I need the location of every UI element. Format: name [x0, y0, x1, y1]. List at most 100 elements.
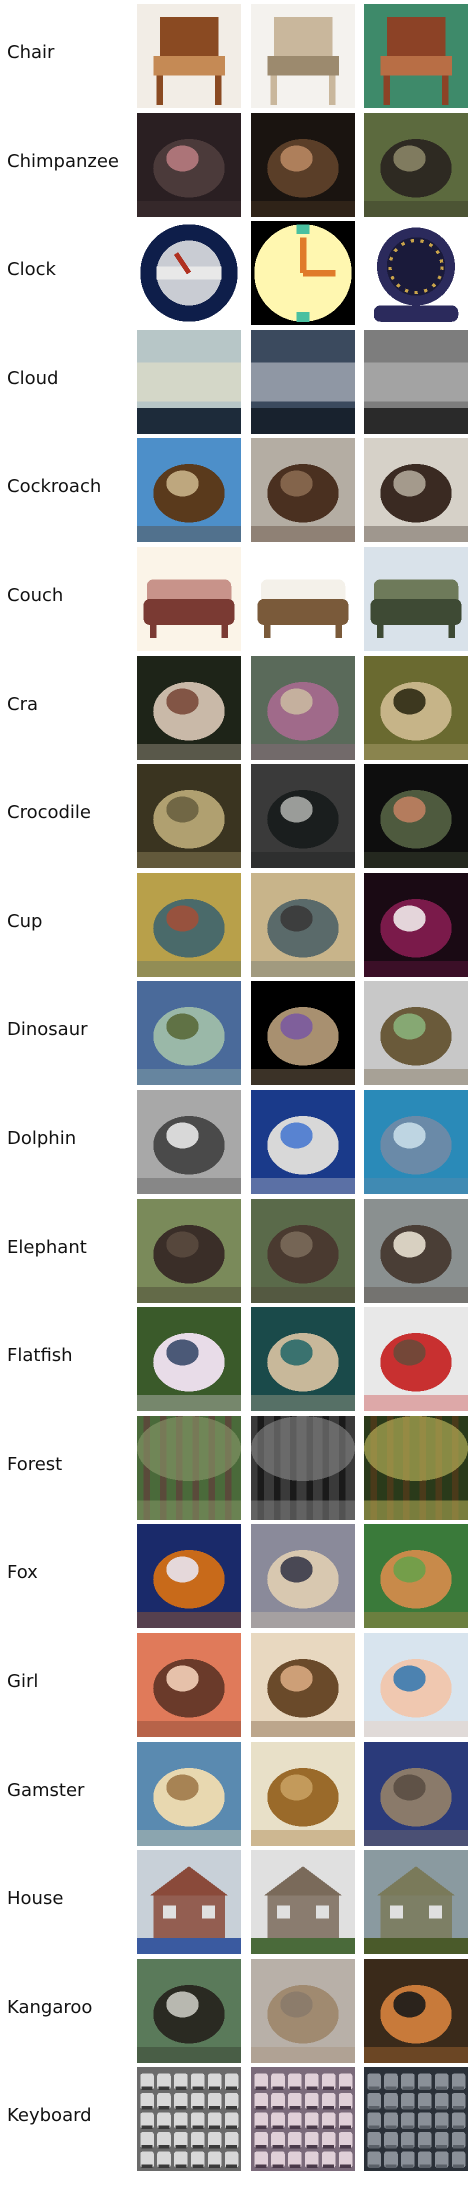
elephant-tusk-thumbnail: [364, 1198, 468, 1303]
category-label: Forest: [7, 1453, 63, 1475]
flatfish-sand-icon: [251, 1307, 355, 1412]
category-row: Chimpanzee: [0, 109, 474, 218]
category-label: Clock: [7, 259, 56, 281]
street-houses-thumbnail: [251, 1850, 355, 1955]
keyboard-keys-icon: [364, 2067, 468, 2172]
raptor-thumbnail: [251, 981, 355, 1086]
goblet-icon: [251, 872, 355, 977]
sky-horizon-icon: [251, 329, 355, 434]
category-row: Couch: [0, 543, 474, 652]
category-row: Fox: [0, 1520, 474, 1629]
sky-horizon-thumbnail: [251, 329, 355, 434]
woods-icon: [137, 1415, 241, 1520]
woods-thumbnail: [137, 1415, 241, 1520]
chimp-face-thumbnail: [137, 112, 241, 217]
padded-armchair-icon: [251, 4, 355, 108]
cartoon-clock-icon: [251, 221, 355, 326]
elephant-front-icon: [251, 1198, 355, 1303]
hamster-head-thumbnail: [364, 1741, 468, 1846]
girl-face-close-icon: [364, 1633, 468, 1737]
girl-smiling-icon: [137, 1633, 241, 1737]
keyboard-thumbnail: [137, 2067, 241, 2172]
croc-jaw-thumbnail: [251, 764, 355, 869]
camo-sofa-icon: [364, 547, 468, 651]
padded-armchair-thumbnail: [251, 4, 355, 108]
category-label: Elephant: [7, 1236, 87, 1258]
cartoon-clock-thumbnail: [251, 221, 355, 326]
chimp-face-icon: [137, 112, 241, 217]
raptor-icon: [251, 981, 355, 1086]
keyboard-angled-icon: [251, 2067, 355, 2172]
wine-glass-icon: [364, 872, 468, 977]
small-sofa-thumbnail: [137, 547, 241, 651]
category-row: Dinosaur: [0, 977, 474, 1086]
croc-jaw-icon: [251, 764, 355, 869]
category-row: Cloud: [0, 326, 474, 435]
cockroach-icon: [251, 438, 355, 543]
stone-house-icon: [364, 1850, 468, 1955]
kangaroo-sitting-thumbnail: [251, 1958, 355, 2063]
camo-sofa-thumbnail: [364, 547, 468, 651]
cockroach-on-wall-thumbnail: [137, 438, 241, 543]
category-row: Flatfish: [0, 1303, 474, 1412]
elephant-side-icon: [137, 1198, 241, 1303]
category-label: Kangaroo: [7, 1996, 93, 2018]
category-label: Cra: [7, 693, 38, 715]
category-label: Flatfish: [7, 1345, 73, 1367]
woods-thumbnail: [251, 1415, 355, 1520]
white-sofa-thumbnail: [251, 547, 355, 651]
chimp-face-close-icon: [251, 112, 355, 217]
flatfish-sand-thumbnail: [251, 1307, 355, 1412]
chimp-face-close-thumbnail: [251, 112, 355, 217]
kangaroo-joey-thumbnail: [137, 1958, 241, 2063]
category-label: Chimpanzee: [7, 150, 119, 172]
category-label: Cockroach: [7, 476, 102, 498]
category-row: Cra: [0, 652, 474, 761]
category-label: Dolphin: [7, 1128, 77, 1149]
table-clock-icon: [364, 221, 468, 326]
girl-group-thumbnail: [251, 1633, 355, 1737]
fox-standing-thumbnail: [137, 1524, 241, 1629]
category-label: Girl: [7, 1671, 39, 1692]
fox-standing-icon: [137, 1524, 241, 1629]
category-row: Elephant: [0, 1195, 474, 1304]
category-row: House: [0, 1846, 474, 1955]
round-clock-thumbnail: [137, 221, 241, 326]
person-with-fish-icon: [137, 1307, 241, 1412]
category-row: Cup: [0, 869, 474, 978]
crab-legs-icon: [364, 655, 468, 760]
category-label: Fox: [7, 1562, 38, 1584]
triceratops-icon: [137, 981, 241, 1086]
trophy-cup-icon: [137, 872, 241, 977]
elephant-tusk-icon: [364, 1198, 468, 1303]
category-label: Gamster: [7, 1779, 85, 1801]
spiny-crab-icon: [137, 655, 241, 760]
trex-icon: [364, 981, 468, 1086]
spiny-crab-thumbnail: [137, 655, 241, 760]
category-label: Dinosaur: [7, 1019, 88, 1041]
category-row: Gamster: [0, 1738, 474, 1847]
dolphin-grey-thumbnail: [137, 1090, 241, 1194]
trophy-cup-thumbnail: [137, 872, 241, 977]
crab-legs-thumbnail: [364, 655, 468, 760]
purple-crab-thumbnail: [251, 655, 355, 760]
dolphin-head-icon: [364, 1090, 468, 1194]
keyboard-icon: [137, 2067, 241, 2172]
image-grid: Chair Chimpanzee Clock Cloud Cockroach Couch C…: [0, 0, 474, 2188]
dolphin-grey-icon: [137, 1090, 241, 1194]
woods-icon: [364, 1415, 468, 1520]
white-sofa-icon: [251, 547, 355, 651]
elephant-side-thumbnail: [137, 1198, 241, 1303]
street-houses-icon: [251, 1850, 355, 1955]
table-clock-thumbnail: [364, 221, 468, 326]
small-sofa-icon: [137, 547, 241, 651]
dolphin-head-thumbnail: [364, 1090, 468, 1194]
hamster-icon: [137, 1741, 241, 1846]
croc-top-view-icon: [137, 764, 241, 869]
hamster-thumbnail: [137, 1741, 241, 1846]
hamster-head-icon: [364, 1741, 468, 1846]
dolphin-leap-thumbnail: [251, 1090, 355, 1194]
kangaroo-sitting-icon: [251, 1958, 355, 2063]
goblet-thumbnail: [251, 872, 355, 977]
keyboard-angled-thumbnail: [251, 2067, 355, 2172]
